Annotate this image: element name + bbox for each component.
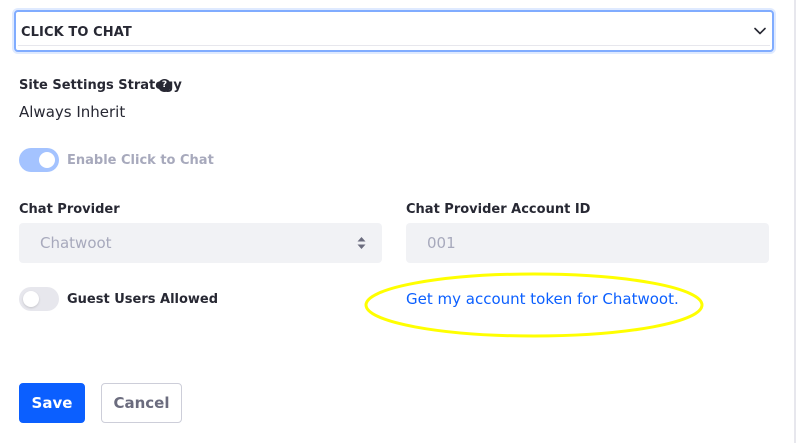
chat-provider-select[interactable]: Chatwoot xyxy=(19,223,382,263)
panel-header-inner: CLICK TO CHAT xyxy=(18,14,770,46)
guest-users-allowed-label: Guest Users Allowed xyxy=(67,292,219,307)
enable-click-to-chat-label: Enable Click to Chat xyxy=(67,153,214,168)
chat-provider-account-id-input[interactable]: 001 xyxy=(406,223,769,263)
question-icon[interactable]: ? xyxy=(158,79,171,92)
toggle-knob xyxy=(39,152,55,168)
cancel-button[interactable]: Cancel xyxy=(101,383,182,423)
chat-provider-account-id-label: Chat Provider Account ID xyxy=(406,202,591,217)
panel-right-border xyxy=(794,0,796,443)
guest-users-allowed-toggle[interactable] xyxy=(19,287,59,311)
enable-click-to-chat-toggle[interactable] xyxy=(19,148,59,172)
get-account-token-link[interactable]: Get my account token for Chatwoot. xyxy=(406,290,679,308)
select-caret-icon xyxy=(357,237,366,249)
site-settings-strategy-value: Always Inherit xyxy=(19,103,126,121)
toggle-knob xyxy=(23,291,39,307)
click-to-chat-panel-header[interactable]: CLICK TO CHAT xyxy=(14,10,774,52)
chat-provider-label: Chat Provider xyxy=(19,202,120,217)
save-button[interactable]: Save xyxy=(19,383,85,423)
panel-title: CLICK TO CHAT xyxy=(21,25,132,40)
chat-provider-selected-value: Chatwoot xyxy=(40,234,112,252)
account-id-value: 001 xyxy=(427,234,456,252)
chevron-down-icon[interactable] xyxy=(753,24,767,38)
